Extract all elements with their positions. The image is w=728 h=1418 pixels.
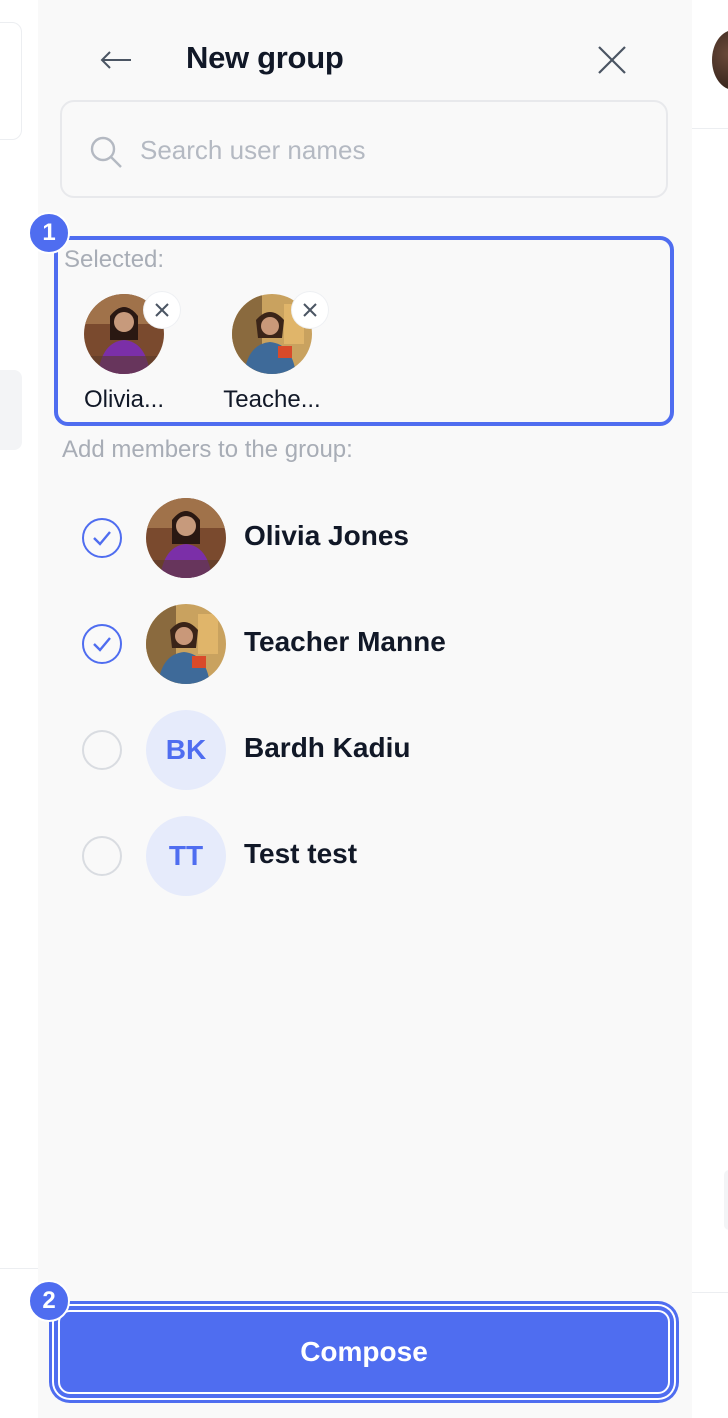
member-name: Teacher Manne (244, 626, 446, 657)
background-divider (692, 128, 728, 129)
remove-teacher-button[interactable] (292, 292, 328, 328)
close-icon (155, 303, 169, 317)
background-card (0, 22, 22, 140)
panel-header: New group (38, 30, 692, 90)
back-button[interactable] (94, 38, 138, 82)
remove-olivia-button[interactable] (144, 292, 180, 328)
member-row-test-test[interactable]: TT Test test (38, 808, 692, 904)
background-strip (724, 1170, 728, 1230)
member-row-bardh-kadiu[interactable]: BK Bardh Kadiu (38, 702, 692, 798)
member-row-olivia-jones[interactable]: Olivia Jones (38, 490, 692, 586)
member-name: Test test (244, 838, 358, 869)
avatar (232, 292, 328, 374)
arrow-left-icon (100, 51, 131, 69)
add-members-label: Add members to the group: (62, 436, 353, 463)
new-group-panel: New group 1 Selected: (28, 0, 692, 1418)
avatar (146, 604, 226, 684)
close-button[interactable] (590, 38, 634, 82)
search-input[interactable] (140, 130, 640, 170)
member-checkbox[interactable] (82, 836, 122, 876)
compose-button[interactable]: Compose (58, 1310, 670, 1394)
checkmark-icon (93, 531, 111, 546)
selected-members-section: Selected: Olivia... Teache... (54, 236, 674, 426)
selected-label: Selected: (64, 246, 165, 273)
selected-chip-name: Teache... (223, 386, 321, 413)
close-icon (598, 46, 626, 74)
member-name: Bardh Kadiu (244, 732, 411, 763)
selected-chip-name: Olivia... (83, 386, 164, 413)
member-name: Olivia Jones (244, 520, 409, 551)
background-divider (0, 1268, 38, 1269)
member-row-teacher-manne[interactable]: Teacher Manne (38, 596, 692, 692)
annotation-badge-2: 2 (28, 1280, 70, 1322)
background-divider (692, 1292, 728, 1293)
search-box (60, 100, 668, 198)
member-checkbox[interactable] (82, 730, 122, 770)
selected-chip: Olivia... (64, 292, 184, 414)
avatar (146, 498, 226, 578)
avatar-initials: BK (146, 710, 226, 790)
selected-chip: Teache... (212, 292, 332, 414)
annotation-badge-1: 1 (28, 212, 70, 254)
close-icon (303, 303, 317, 317)
checkmark-icon (93, 637, 111, 652)
background-avatar (712, 30, 728, 90)
background-strip (0, 370, 22, 450)
search-icon (90, 136, 122, 168)
page-title: New group (186, 40, 344, 75)
member-checkbox[interactable] (82, 624, 122, 664)
member-checkbox[interactable] (82, 518, 122, 558)
avatar-initials: TT (146, 816, 226, 896)
avatar (84, 292, 180, 374)
